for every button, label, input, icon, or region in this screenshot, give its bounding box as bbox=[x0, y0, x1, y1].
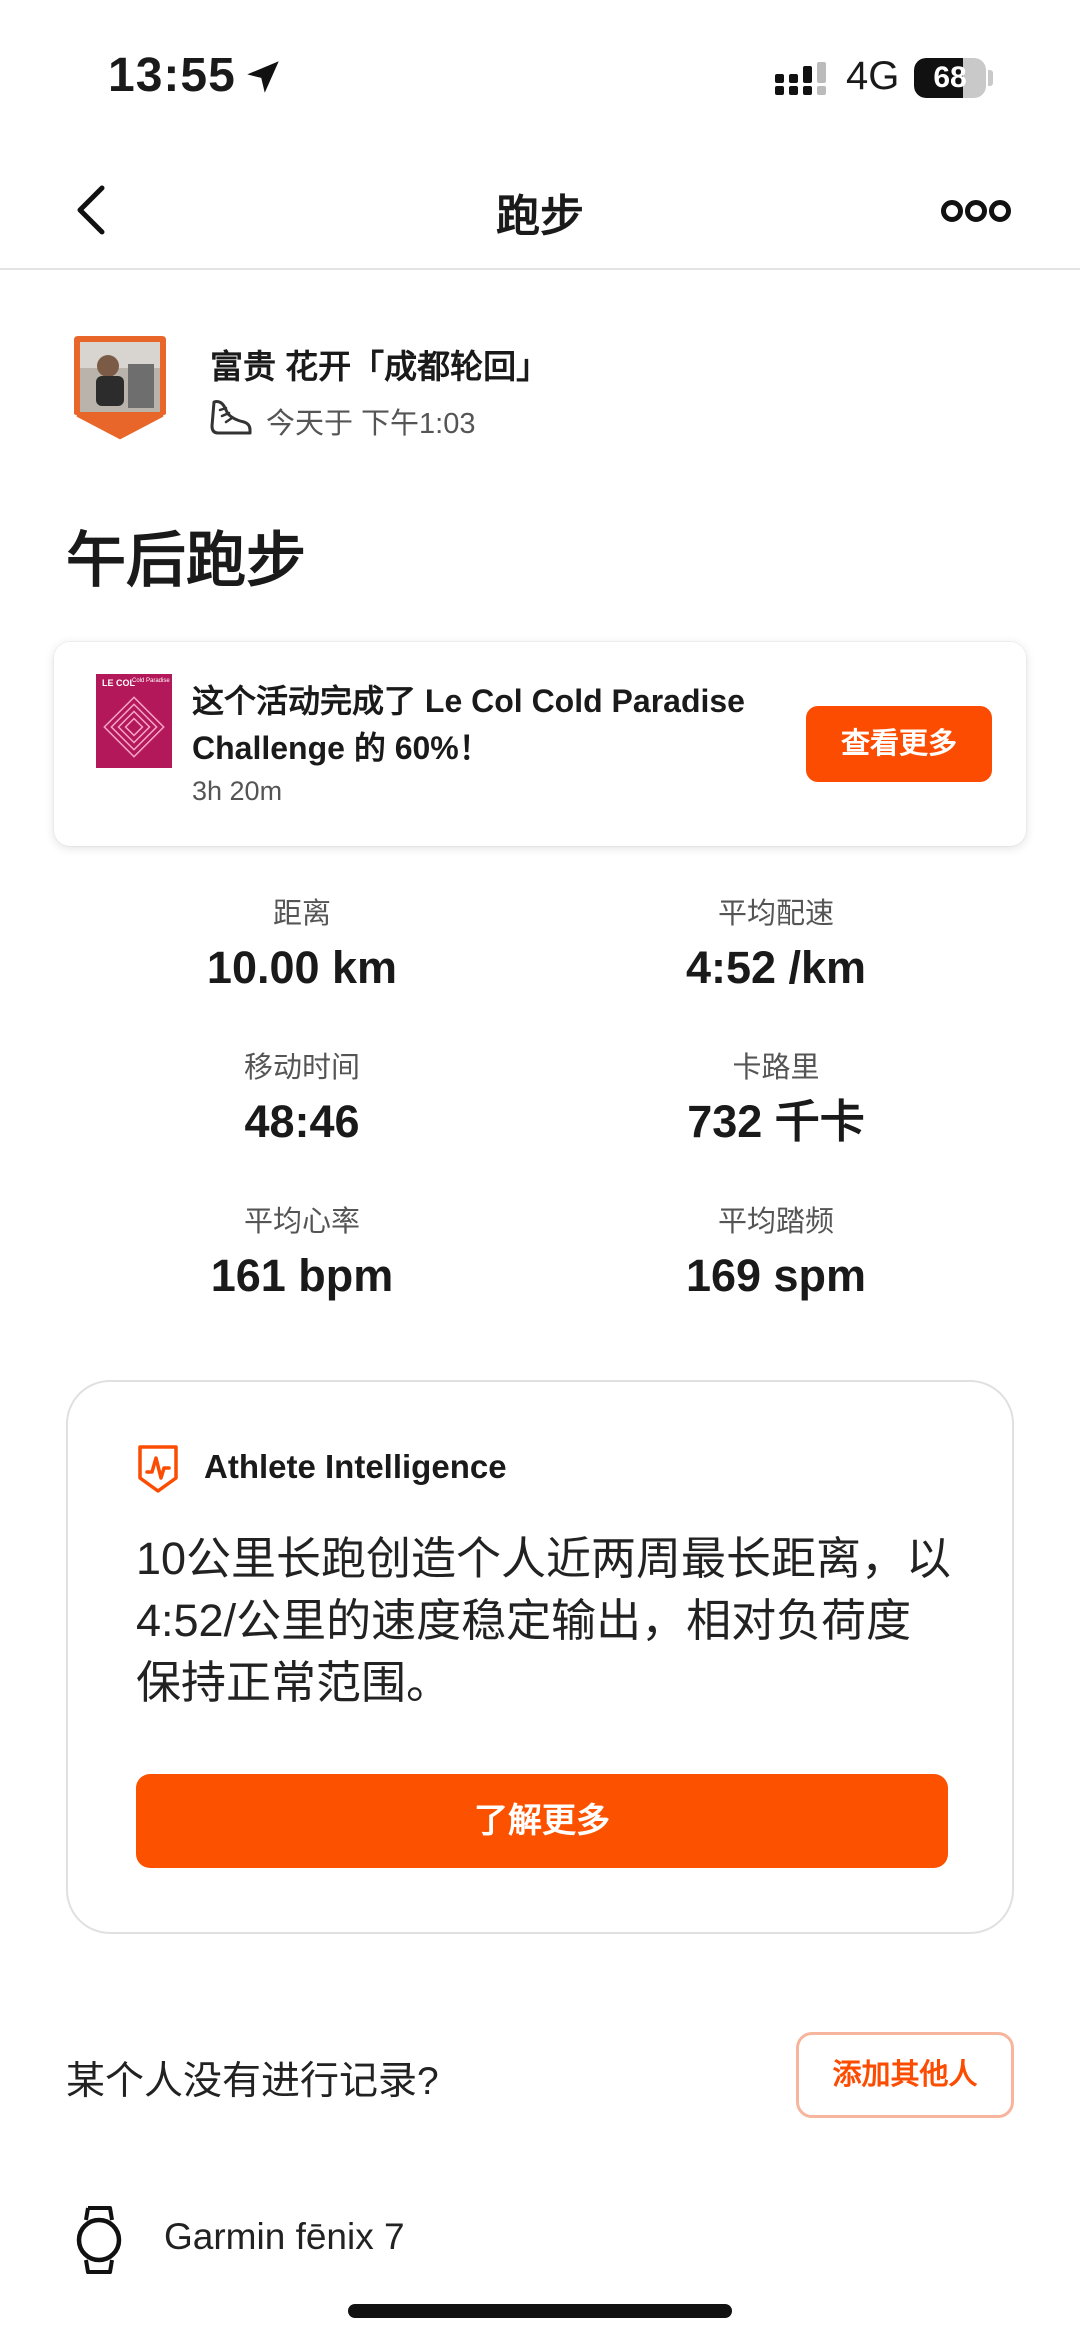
status-time: 13:55 bbox=[108, 49, 236, 102]
battery-cap bbox=[988, 70, 993, 86]
stat-label: 距离 bbox=[272, 898, 331, 930]
stat-label: 卡路里 bbox=[732, 1052, 820, 1084]
challenge-thumbnail-subtitle: Cold Paradise bbox=[132, 678, 170, 684]
home-indicator[interactable] bbox=[348, 2304, 732, 2318]
stat-distance: 距离 10.00 km bbox=[62, 894, 542, 996]
stat-label: 平均踏频 bbox=[717, 1206, 834, 1238]
stat-value: 10.00 km bbox=[206, 942, 398, 993]
athlete-intelligence-card: Athlete Intelligence 10公里长跑创造个人近两周最长距离，以… bbox=[66, 1380, 1014, 1934]
athlete-intelligence-summary: 10公里长跑创造个人近两周最长距离，以4:52/公里的速度稳定输出，相对负荷度保… bbox=[136, 1533, 952, 1708]
stat-avg-pace: 平均配速 4:52 /km bbox=[536, 894, 1016, 996]
page-title: 跑步 bbox=[496, 192, 584, 241]
athlete-avatar[interactable] bbox=[72, 334, 168, 440]
activity-title: 午后跑步 bbox=[66, 527, 306, 594]
athlete-name[interactable]: 富贵 花开「成都轮回」 bbox=[210, 340, 549, 388]
stat-value: 169 spm bbox=[685, 1250, 867, 1301]
back-button[interactable] bbox=[60, 178, 124, 242]
status-bar: 13:55 4G 68 bbox=[0, 0, 1080, 150]
stat-label: 移动时间 bbox=[243, 1052, 360, 1084]
challenge-card[interactable]: LE COL Cold Paradise 这个活动完成了 Le Col Cold… bbox=[54, 642, 1026, 846]
stat-moving-time: 移动时间 48:46 bbox=[62, 1048, 542, 1150]
stat-label: 平均配速 bbox=[717, 898, 834, 930]
add-others-button[interactable]: 添加其他人 bbox=[796, 2032, 1014, 2118]
athlete-intelligence-icon bbox=[138, 1445, 178, 1493]
stat-value: 161 bpm bbox=[210, 1250, 394, 1301]
nav-bar: 跑步 bbox=[0, 150, 1080, 270]
battery-level: 68 bbox=[933, 61, 967, 94]
view-more-button[interactable]: 查看更多 bbox=[806, 706, 992, 782]
stat-calories: 卡路里 732 千卡 bbox=[536, 1048, 1016, 1150]
device-name[interactable]: Garmin fēnix 7 bbox=[164, 2216, 405, 2258]
stat-avg-heart-rate: 平均心率 161 bpm bbox=[62, 1202, 542, 1304]
challenge-duration: 3h 20m bbox=[192, 776, 283, 806]
battery-icon: 68 bbox=[914, 58, 986, 98]
challenge-progress-text: 这个活动完成了 Le Col Cold Paradise Challenge 的… bbox=[192, 683, 745, 766]
stat-value: 732 千卡 bbox=[687, 1096, 865, 1147]
running-shoe-icon bbox=[210, 400, 252, 435]
network-type: 4G bbox=[846, 54, 900, 98]
missing-record-text: 某个人没有进行记录? bbox=[66, 2060, 439, 2103]
activity-detail-screen: 13:55 4G 68 跑步 富贵 花开「成都轮回」 今天于 下午1:03 午后… bbox=[0, 0, 1080, 2341]
athlete-intelligence-title: Athlete Intelligence bbox=[204, 1448, 507, 1485]
challenge-thumbnail-logo: LE COL bbox=[102, 678, 135, 688]
stat-value: 48:46 bbox=[244, 1096, 360, 1147]
activity-time: 今天于 下午1:03 bbox=[266, 408, 476, 440]
stat-value: 4:52 /km bbox=[685, 942, 867, 993]
learn-more-button[interactable]: 了解更多 bbox=[136, 1774, 948, 1868]
challenge-thumbnail: LE COL Cold Paradise bbox=[96, 674, 172, 768]
stat-avg-cadence: 平均踏频 169 spm bbox=[536, 1202, 1016, 1304]
stat-label: 平均心率 bbox=[243, 1206, 360, 1238]
location-arrow-icon bbox=[247, 61, 279, 93]
watch-icon bbox=[76, 2206, 122, 2274]
cellular-signal-icon bbox=[775, 62, 826, 95]
more-options-button[interactable] bbox=[940, 194, 1012, 228]
